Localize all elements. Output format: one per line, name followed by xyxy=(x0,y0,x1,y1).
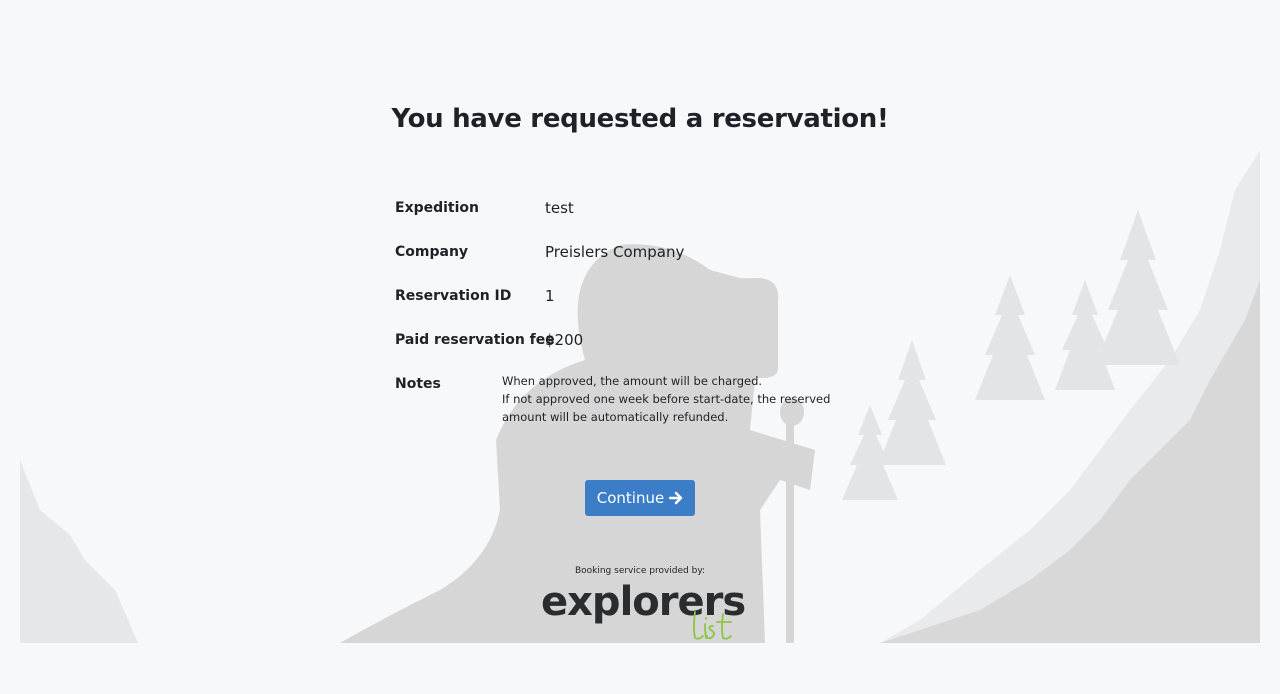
expedition-label: Expedition xyxy=(395,200,480,216)
arrow-right-icon xyxy=(669,491,683,505)
company-label: Company xyxy=(395,244,469,260)
provided-by-text: Booking service provided by: xyxy=(574,566,706,576)
reservation-id-value: 1 xyxy=(545,287,555,305)
detail-row-reservation-id: Reservation ID 1 xyxy=(395,284,895,308)
notes-line-2: If not approved one week before start-da… xyxy=(502,392,831,424)
continue-button-label: Continue xyxy=(596,489,665,507)
continue-button[interactable]: Continue xyxy=(585,480,695,516)
detail-row-expedition: Expedition test xyxy=(395,196,895,220)
fee-label: Paid reservation fee xyxy=(395,332,555,348)
expedition-value: test xyxy=(545,199,574,217)
notes-line-1: When approved, the amount will be charge… xyxy=(502,374,763,388)
detail-row-company: Company Preislers Company xyxy=(395,240,895,264)
company-value: Preislers Company xyxy=(545,243,685,261)
explorers-list-logo: explorers xyxy=(541,578,746,642)
brand-script-list xyxy=(693,611,732,640)
detail-row-fee: Paid reservation fee $200 xyxy=(395,328,895,352)
notes-text: When approved, the amount will be charge… xyxy=(502,372,872,426)
fee-value: $200 xyxy=(545,331,584,349)
page-title: You have requested a reservation! xyxy=(391,104,889,134)
notes-label: Notes xyxy=(395,376,441,392)
reservation-confirmation-page: You have requested a reservation! Expedi… xyxy=(0,0,1280,694)
reservation-id-label: Reservation ID xyxy=(395,288,512,304)
